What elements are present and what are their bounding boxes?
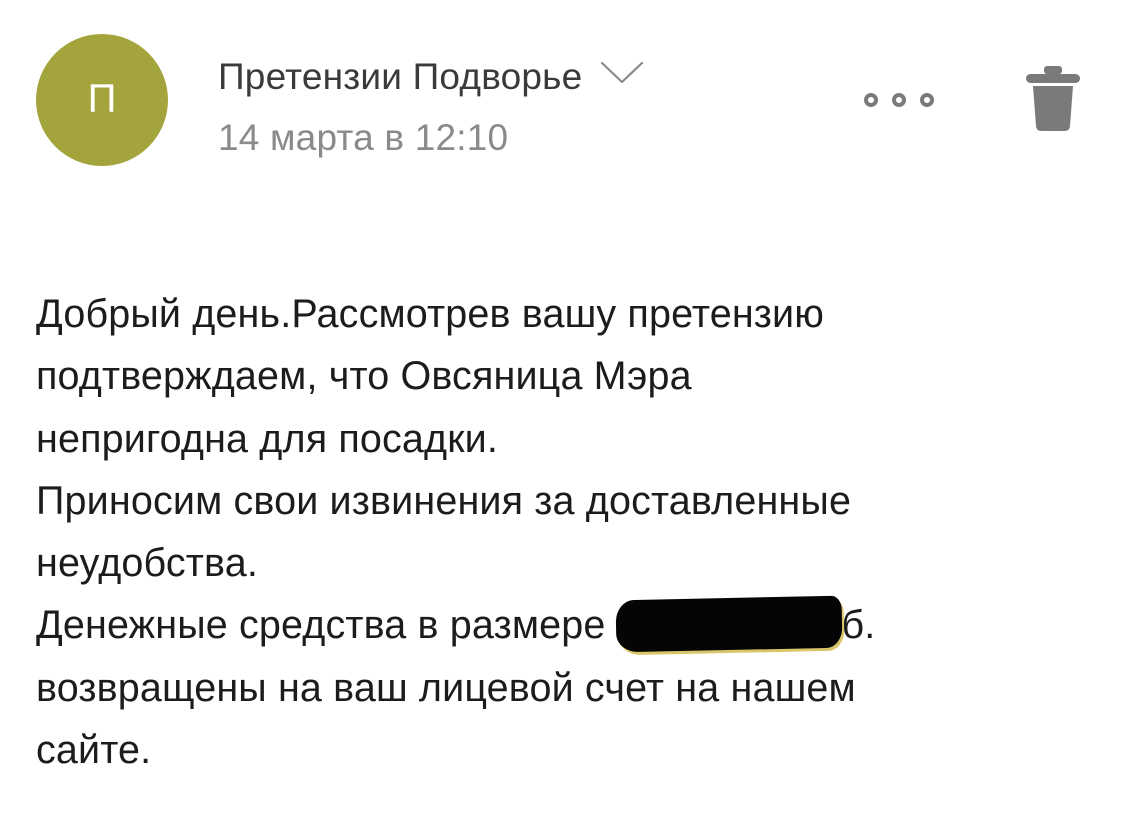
sender-row[interactable]: Претензии Подворье <box>218 56 644 98</box>
more-icon <box>864 93 878 107</box>
delete-button[interactable] <box>1024 66 1082 132</box>
redacted-amount <box>614 596 843 653</box>
message-line: возвращены на ваш лицевой счет на нашем <box>36 665 856 710</box>
message-line: Добрый день.Рассмотрев вашу претензию <box>36 292 825 336</box>
message-date: 14 марта в 12:10 <box>218 117 509 158</box>
message-line-amount: Денежные средства в размере б. <box>36 594 1096 656</box>
more-options-button[interactable] <box>864 88 934 112</box>
message-body: Добрый день.Рассмотрев вашу претензию по… <box>36 283 1096 781</box>
more-icon-dot <box>892 93 906 107</box>
message-line: сайте. <box>36 728 152 773</box>
redaction-mark <box>614 596 843 653</box>
chevron-down-icon[interactable] <box>600 61 644 85</box>
more-icon-dot <box>920 93 934 107</box>
amount-suffix: б. <box>841 603 876 648</box>
message-line: неудобства. <box>36 541 258 586</box>
trash-icon <box>1026 66 1080 131</box>
avatar-letter: П <box>87 77 117 121</box>
sender-avatar[interactable]: П <box>36 34 168 166</box>
amount-prefix: Денежные средства в размере <box>36 603 606 648</box>
sender-name[interactable]: Претензии Подворье <box>218 56 582 98</box>
message-line: непригодна для посадки. <box>36 416 499 461</box>
message-line: Приносим свои извинения за доставленные <box>36 478 852 523</box>
message-line: подтверждаем, что Овсяница Мэра <box>36 354 692 399</box>
message-header: П Претензии Подворье 14 марта в 12:10 <box>0 0 1125 200</box>
